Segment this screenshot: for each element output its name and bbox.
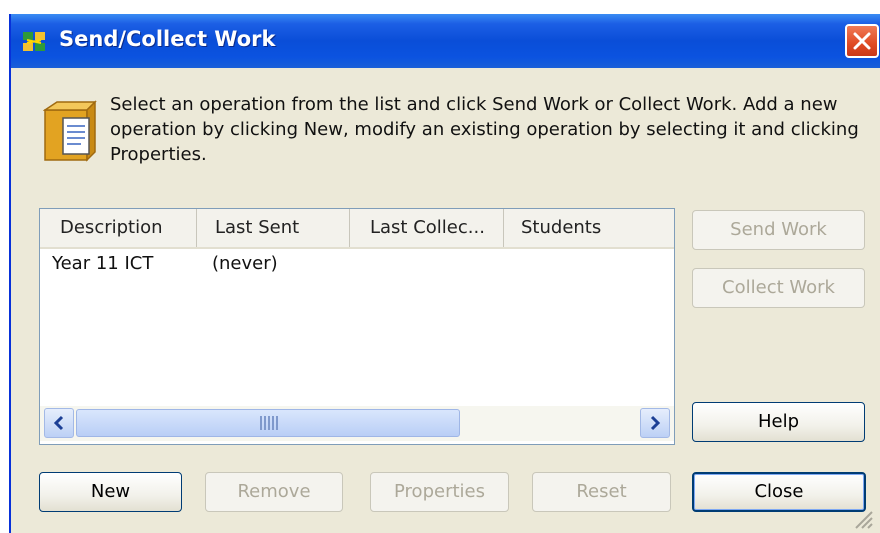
send-work-button[interactable]: Send Work	[692, 210, 865, 250]
new-button[interactable]: New	[39, 472, 182, 512]
resize-grip-icon[interactable]	[852, 508, 874, 530]
row-last-sent: (never)	[212, 253, 278, 274]
chevron-right-icon	[650, 415, 661, 431]
collect-work-button[interactable]: Collect Work	[692, 268, 865, 308]
help-button[interactable]: Help	[692, 402, 865, 442]
close-window-button[interactable]	[845, 24, 879, 58]
instructions-text: Select an operation from the list and cl…	[110, 94, 859, 165]
column-header-last-collected[interactable]: Last Collec...	[350, 209, 504, 247]
send-collect-dialog: Send/Collect Work Select an operation fr…	[9, 14, 880, 533]
properties-button[interactable]: Properties	[370, 472, 509, 512]
table-row[interactable]: Year 11 ICT (never)	[40, 249, 674, 279]
column-header-students[interactable]: Students	[504, 209, 674, 247]
operations-list[interactable]: Description Last Sent Last Collec... Stu…	[39, 208, 675, 445]
column-header-description[interactable]: Description	[40, 209, 197, 247]
folder-document-icon	[43, 100, 97, 162]
close-button[interactable]: Close	[692, 472, 866, 512]
list-header: Description Last Sent Last Collec... Stu…	[40, 209, 674, 249]
scroll-left-button[interactable]	[44, 408, 74, 438]
send-collect-icon	[23, 32, 45, 51]
scrollbar-thumb[interactable]	[76, 409, 460, 437]
chevron-left-icon	[53, 415, 64, 431]
scroll-right-button[interactable]	[640, 408, 670, 438]
horizontal-scrollbar[interactable]	[40, 406, 674, 441]
row-description: Year 11 ICT	[52, 253, 154, 274]
window-title: Send/Collect Work	[59, 27, 276, 51]
title-bar[interactable]: Send/Collect Work	[11, 14, 880, 68]
close-icon	[853, 32, 871, 50]
remove-button[interactable]: Remove	[205, 472, 343, 512]
reset-button[interactable]: Reset	[532, 472, 671, 512]
scrollbar-grip-icon	[260, 416, 278, 430]
column-header-last-sent[interactable]: Last Sent	[197, 209, 350, 247]
